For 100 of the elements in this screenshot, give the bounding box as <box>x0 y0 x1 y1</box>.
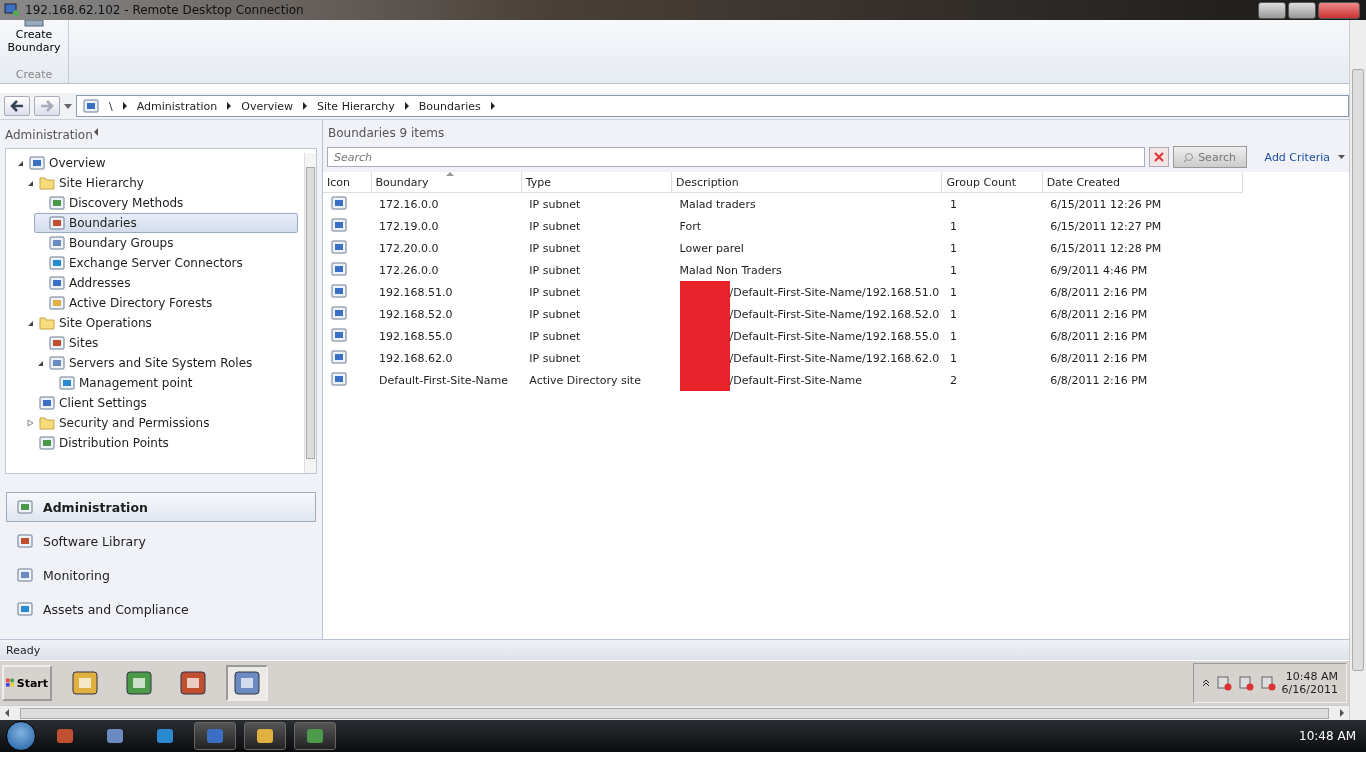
table-cell: Malad traders <box>679 197 756 211</box>
app-icon <box>106 727 124 745</box>
table-cell-text: IP subnet <box>528 284 582 301</box>
table-cell-text: 6/8/2011 2:16 PM <box>1049 372 1149 389</box>
restore-button[interactable] <box>1288 1 1316 19</box>
workspace-button[interactable]: Monitoring <box>6 560 316 590</box>
table-cell-text: 6/15/2011 12:28 PM <box>1049 240 1163 257</box>
table-cell: Lower parel <box>679 241 744 255</box>
app-icon <box>124 669 154 697</box>
windows-flag-icon <box>6 677 15 689</box>
tree-item[interactable]: Client Settings <box>24 393 298 413</box>
app-icon <box>56 727 74 745</box>
app-icon <box>156 727 174 745</box>
node-icon <box>49 235 65 251</box>
node-icon <box>49 215 65 231</box>
column-header[interactable]: Type <box>521 172 672 193</box>
column-header[interactable]: Boundary <box>371 172 522 193</box>
workspace-button[interactable]: Software Library <box>6 526 316 556</box>
back-button[interactable] <box>4 96 30 116</box>
table-cell-text: 6/8/2011 2:16 PM <box>1049 328 1149 345</box>
tray-icon[interactable] <box>1259 675 1276 691</box>
minimize-button[interactable] <box>1258 1 1286 19</box>
node-icon <box>49 295 65 311</box>
tree-item[interactable]: Site Operations <box>24 313 298 333</box>
tree-item[interactable]: Site Hierarchy <box>24 173 298 193</box>
address-bar[interactable]: \ Administration Overview Site Hierarchy Boundaries <box>76 95 1349 117</box>
breadcrumb-item[interactable]: Administration <box>136 99 218 113</box>
show-hidden-icons-icon[interactable] <box>1201 679 1210 687</box>
collapse-triangle-icon[interactable] <box>16 159 24 167</box>
forward-arrow-icon <box>40 100 54 112</box>
clear-search-button[interactable] <box>1148 147 1169 167</box>
scrollbar-thumb[interactable] <box>1352 69 1364 671</box>
search-field[interactable]: Search <box>327 147 1145 167</box>
tree-item[interactable]: Exchange Server Connectors <box>34 253 298 273</box>
tree-item[interactable]: Distribution Points <box>24 433 298 453</box>
app-icon <box>178 669 208 697</box>
table-cell-text: 6/8/2011 2:16 PM <box>1049 306 1149 323</box>
table-cell: Fort <box>679 219 702 233</box>
dropdown-caret-icon[interactable] <box>1338 155 1345 159</box>
tree-item[interactable]: Addresses <box>34 273 298 293</box>
workspace-button[interactable]: Administration <box>6 492 316 522</box>
collapse-triangle-icon[interactable] <box>36 359 44 367</box>
close-icon <box>1152 151 1165 163</box>
tree-item[interactable]: Overview <box>14 153 298 173</box>
tree-item[interactable]: Management point <box>44 373 298 393</box>
breadcrumb-item[interactable]: Boundaries <box>418 99 481 113</box>
column-header[interactable]: Group Count <box>942 172 1043 193</box>
collapse-pane-icon[interactable] <box>92 128 99 136</box>
taskbar-app[interactable] <box>294 722 336 750</box>
create-boundary-button[interactable]: Create Boundary <box>4 20 64 54</box>
column-header[interactable]: Icon <box>323 172 372 193</box>
dropdown-caret-icon[interactable] <box>64 103 72 109</box>
table-cell-text: 1 <box>949 284 958 301</box>
boundary-icon <box>331 348 347 365</box>
breadcrumb-item[interactable]: Site Hierarchy <box>317 99 395 113</box>
tree-item[interactable]: Active Directory Forests <box>34 293 298 313</box>
table-cell-text: 172.20.0.0 <box>378 240 440 257</box>
scroll-right-icon[interactable] <box>1339 709 1345 717</box>
tree-item[interactable]: Sites <box>34 333 298 353</box>
expand-triangle-icon[interactable] <box>26 419 34 427</box>
tree-item[interactable]: Security and Permissions <box>24 413 298 433</box>
scrollbar-thumb[interactable] <box>306 167 315 459</box>
table-cell-text: IP subnet <box>528 218 582 235</box>
workspace-button[interactable]: Assets and Compliance <box>6 594 316 624</box>
folder-icon <box>39 316 55 330</box>
table-cell: 6/15/2011 12:26 PM <box>1042 192 1243 215</box>
folder-icon <box>39 176 55 190</box>
start-button[interactable] <box>6 721 36 751</box>
boundary-icon <box>331 282 347 299</box>
tree-item[interactable]: Boundaries <box>34 213 298 233</box>
boundary-icon <box>331 194 347 211</box>
boundary-icon <box>331 326 347 343</box>
list-title: Boundaries 9 items <box>323 120 1349 146</box>
taskbar-app[interactable] <box>244 722 286 750</box>
table-cell: Malad Non Traders <box>679 263 782 277</box>
start-button[interactable]: Start <box>2 665 52 701</box>
back-arrow-icon <box>10 100 24 112</box>
close-button[interactable] <box>1318 1 1360 19</box>
column-header[interactable]: Description <box>671 172 942 193</box>
tray-icon[interactable] <box>1237 675 1254 691</box>
tree-item[interactable]: Servers and Site System Roles <box>34 353 298 373</box>
table-cell-text: 6/9/2011 4:46 PM <box>1049 262 1149 279</box>
table-cell-text: 192.168.51.0 <box>378 284 454 301</box>
table-cell-text: 192.168.55.0 <box>378 328 454 345</box>
collapse-triangle-icon[interactable] <box>26 179 34 187</box>
scroll-left-icon[interactable] <box>4 709 10 717</box>
app-icon <box>256 727 274 745</box>
collapse-triangle-icon[interactable] <box>26 319 34 327</box>
tray-icon[interactable] <box>1215 675 1232 691</box>
table-cell-text: 192.168.52.0 <box>378 306 454 323</box>
tree-item[interactable]: Boundary Groups <box>34 233 298 253</box>
taskbar-app[interactable] <box>194 722 236 750</box>
breadcrumb-item[interactable]: \ <box>109 99 113 113</box>
tree-item[interactable]: Discovery Methods <box>34 193 298 213</box>
table-cell-text: 6/8/2011 2:16 PM <box>1049 350 1149 367</box>
scrollbar-thumb[interactable] <box>20 707 1329 719</box>
add-criteria-link[interactable]: Add Criteria <box>1250 150 1334 164</box>
column-header[interactable]: Date Created <box>1042 172 1243 193</box>
breadcrumb-item[interactable]: Overview <box>241 99 293 113</box>
ribbon-group-label: Create <box>15 68 53 83</box>
